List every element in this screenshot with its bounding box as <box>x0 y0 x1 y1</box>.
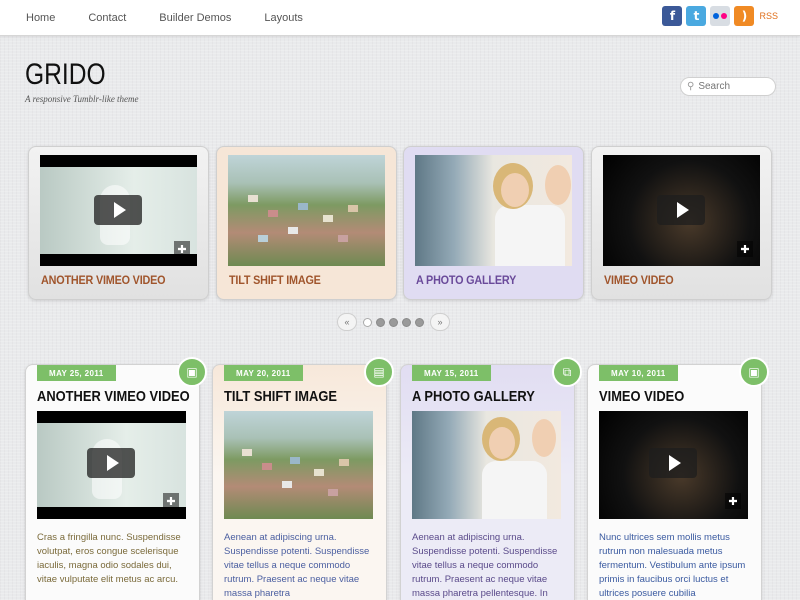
search-icon: ⚲ <box>687 81 695 92</box>
gallery-icon[interactable]: ⧉ <box>552 357 582 387</box>
featured-slide[interactable]: ✚ VIMEO VIDEO <box>591 146 772 300</box>
post-excerpt: Cras a fringilla nunc. Suspendisse volut… <box>37 532 181 585</box>
rss-link[interactable]: RSS <box>759 11 778 21</box>
pager-dot[interactable] <box>389 317 398 327</box>
play-icon[interactable] <box>94 195 142 225</box>
search-box[interactable]: ⚲ <box>680 77 776 96</box>
slide-title[interactable]: TILT SHIFT IMAGE <box>229 273 321 287</box>
post-title[interactable]: TILT SHIFT IMAGE <box>224 388 337 405</box>
post-title[interactable]: ANOTHER VIMEO VIDEO <box>37 388 190 405</box>
video-thumbnail[interactable]: ✚ <box>40 155 197 266</box>
post-excerpt: Nunc ultrices sem mollis metus rutrum no… <box>599 532 746 599</box>
slider-pagination: « » <box>337 313 450 331</box>
pager-dot[interactable] <box>402 317 411 327</box>
post-excerpt: Aenean at adipiscing urna. Suspendisse p… <box>412 532 558 599</box>
post-title[interactable]: VIMEO VIDEO <box>599 388 684 405</box>
video-icon[interactable]: ▣ <box>177 357 207 387</box>
search-input[interactable] <box>698 81 769 92</box>
fullscreen-icon[interactable]: ✚ <box>725 493 741 509</box>
site-tagline: A responsive Tumblr-like theme <box>25 94 139 104</box>
video-thumbnail[interactable]: ✚ <box>37 411 186 519</box>
video-thumbnail[interactable]: ✚ <box>599 411 748 519</box>
main-nav: Home Contact Builder Demos Layouts <box>26 0 336 36</box>
post-date: MAY 15, 2011 <box>412 365 491 381</box>
post-card: MAY 10, 2011 ▣ VIMEO VIDEO ✚ Nunc ultric… <box>587 357 769 600</box>
rss-icon[interactable]: ) <box>734 6 755 26</box>
video-icon[interactable]: ▣ <box>739 357 769 387</box>
gallery-thumbnail[interactable] <box>415 155 572 266</box>
pager-dot[interactable] <box>415 317 424 327</box>
featured-slide[interactable]: ✚ ANOTHER VIMEO VIDEO <box>28 146 209 300</box>
play-icon[interactable] <box>657 195 705 225</box>
gallery-thumbnail[interactable] <box>412 411 561 519</box>
slide-title[interactable]: VIMEO VIDEO <box>604 273 674 287</box>
post-date: MAY 20, 2011 <box>224 365 303 381</box>
twitter-icon[interactable]: t <box>686 6 707 26</box>
top-navigation-bar: Home Contact Builder Demos Layouts f t )… <box>0 0 800 36</box>
image-thumbnail[interactable] <box>228 155 385 266</box>
post-excerpt: Aenean at adipiscing urna. Suspendisse p… <box>224 532 370 599</box>
nav-contact-link[interactable]: Contact <box>88 12 126 24</box>
nav-layouts-link[interactable]: Layouts <box>264 12 303 24</box>
slide-title[interactable]: ANOTHER VIMEO VIDEO <box>41 273 166 287</box>
post-card: MAY 15, 2011 ⧉ A PHOTO GALLERY Aenean at… <box>400 357 582 600</box>
play-icon[interactable] <box>649 448 697 478</box>
pager-dot[interactable] <box>363 317 372 327</box>
image-icon[interactable]: ▤ <box>364 357 394 387</box>
featured-slide[interactable]: TILT SHIFT IMAGE <box>216 146 397 300</box>
previous-slide-button[interactable]: « <box>337 313 357 331</box>
next-slide-button[interactable]: » <box>430 313 450 331</box>
site-logo[interactable]: GRIDO <box>25 58 106 92</box>
post-date: MAY 25, 2011 <box>37 365 116 381</box>
social-links: f t ) RSS <box>658 6 778 26</box>
featured-slide[interactable]: A PHOTO GALLERY <box>403 146 584 300</box>
image-thumbnail[interactable] <box>224 411 373 519</box>
post-date: MAY 10, 2011 <box>599 365 678 381</box>
nav-builder-demos-link[interactable]: Builder Demos <box>159 12 231 24</box>
fullscreen-icon[interactable]: ✚ <box>174 241 190 257</box>
fullscreen-icon[interactable]: ✚ <box>163 493 179 509</box>
post-title[interactable]: A PHOTO GALLERY <box>412 388 535 405</box>
play-icon[interactable] <box>87 448 135 478</box>
fullscreen-icon[interactable]: ✚ <box>737 241 753 257</box>
pager-dot[interactable] <box>376 317 385 327</box>
video-thumbnail[interactable]: ✚ <box>603 155 760 266</box>
facebook-icon[interactable]: f <box>662 6 683 26</box>
post-card: MAY 25, 2011 ▣ ANOTHER VIMEO VIDEO ✚ Cra… <box>25 357 207 600</box>
nav-home-link[interactable]: Home <box>26 12 55 24</box>
slide-title[interactable]: A PHOTO GALLERY <box>416 273 516 287</box>
post-card: MAY 20, 2011 ▤ TILT SHIFT IMAGE Aenean a… <box>212 357 394 600</box>
flickr-icon[interactable] <box>710 6 731 26</box>
